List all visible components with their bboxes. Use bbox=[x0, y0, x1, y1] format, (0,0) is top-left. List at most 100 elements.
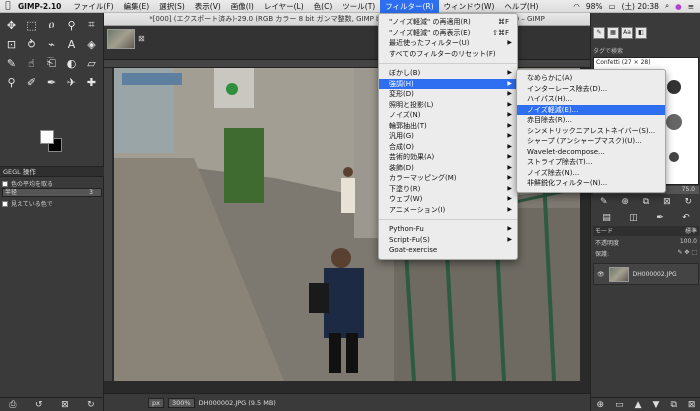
menu-item-nl-filter[interactable]: 非鮮鋭化フィルター(N)... bbox=[517, 178, 665, 189]
menu-layer[interactable]: レイヤー(L) bbox=[259, 0, 309, 13]
menu-item-artistic[interactable]: 芸術的効果(A) ▶ bbox=[379, 152, 517, 163]
edit-brush-icon[interactable]: ✎ bbox=[600, 197, 608, 209]
menu-item-web[interactable]: ウェブ(W) ▶ bbox=[379, 194, 517, 205]
siri-icon[interactable]: ● bbox=[675, 2, 682, 11]
unit-select[interactable]: px bbox=[148, 397, 164, 408]
menu-item-goat-exercise[interactable]: Goat-exercise bbox=[379, 245, 517, 256]
menu-item-recent-filters[interactable]: 最近使ったフィルター(U) ▶ bbox=[379, 38, 517, 49]
close-icon[interactable]: ⊠ bbox=[138, 34, 145, 43]
zoom-tool-icon[interactable]: ⚲ bbox=[2, 73, 21, 91]
menu-item-generic[interactable]: 汎用(G) ▶ bbox=[379, 131, 517, 142]
menu-view[interactable]: 表示(V) bbox=[190, 0, 226, 13]
airbrush-tool-icon[interactable]: ✈ bbox=[62, 73, 81, 91]
lock-icons[interactable]: ✎ ✥ ⬚ bbox=[677, 249, 697, 258]
opacity-row[interactable]: 不透明度 100.0 bbox=[593, 238, 699, 247]
option-sample-merged[interactable]: 見えている色で bbox=[2, 199, 102, 208]
undo-tab-icon[interactable]: ↶ bbox=[682, 213, 690, 225]
delete-layer-icon[interactable]: ⊠ bbox=[688, 400, 696, 410]
menu-item-combine[interactable]: 合成(O) ▶ bbox=[379, 142, 517, 153]
duplicate-layer-icon[interactable]: ⧉ bbox=[670, 400, 676, 410]
new-group-icon[interactable]: ▭ bbox=[615, 400, 624, 410]
option-average-color[interactable]: 色の平均を取る bbox=[2, 179, 102, 188]
paintbrush-tool-icon[interactable]: ✎ bbox=[2, 54, 21, 72]
menu-image[interactable]: 画像(I) bbox=[226, 0, 259, 13]
menu-item-noise-reduction[interactable]: ノイズ軽減(E)... bbox=[517, 104, 665, 115]
fuzzy-select-tool-icon[interactable]: ⚲ bbox=[62, 16, 81, 34]
save-options-icon[interactable]: ⎙ bbox=[9, 400, 16, 410]
menu-item-decor[interactable]: 装飾(D) ▶ bbox=[379, 163, 517, 174]
radius-value[interactable]: 3 bbox=[89, 189, 93, 196]
foreground-color[interactable] bbox=[40, 130, 54, 144]
menu-item-antialias[interactable]: なめらかに(A) bbox=[517, 73, 665, 84]
apple-icon[interactable]:  bbox=[0, 1, 16, 11]
menu-item-animation[interactable]: アニメーション(I) ▶ bbox=[379, 205, 517, 216]
layers-tab-icon[interactable]: ▤ bbox=[602, 213, 611, 225]
new-layer-icon[interactable]: ⊕ bbox=[597, 400, 605, 410]
brushes-tab[interactable]: ✎ bbox=[593, 27, 605, 39]
checkbox[interactable] bbox=[2, 200, 8, 207]
warp-tool-icon[interactable]: ⥁ bbox=[22, 35, 41, 53]
menu-item-wavelet-decompose[interactable]: Wavelet-decompose... bbox=[517, 147, 665, 158]
delete-options-icon[interactable]: ⊠ bbox=[61, 400, 69, 410]
menu-item-destripe[interactable]: ストライプ除去(T)... bbox=[517, 157, 665, 168]
notification-center-icon[interactable]: ≡ bbox=[688, 2, 694, 11]
reset-options-icon[interactable]: ↻ bbox=[87, 400, 95, 410]
rect-select-tool-icon[interactable]: ⬚ bbox=[22, 16, 41, 34]
paths-tab-icon[interactable]: ✒ bbox=[656, 213, 664, 225]
heal-tool-icon[interactable]: ✚ bbox=[82, 73, 101, 91]
lasso-tool-icon[interactable]: ዐ bbox=[42, 16, 61, 34]
path-tool-icon[interactable]: ✒ bbox=[42, 73, 61, 91]
menu-item-map[interactable]: カラーマッピング(M) ▶ bbox=[379, 173, 517, 184]
restore-options-icon[interactable]: ↺ bbox=[35, 400, 43, 410]
new-brush-icon[interactable]: ⊕ bbox=[621, 197, 629, 209]
menu-item-blur[interactable]: ぼかし(B) ▶ bbox=[379, 68, 517, 79]
zoom-select[interactable]: 300% bbox=[167, 397, 195, 408]
tool-options-tab[interactable]: GEGL 操作 bbox=[0, 166, 104, 177]
wifi-icon[interactable]: ◠ bbox=[573, 2, 580, 11]
document-history-tab[interactable]: ◧ bbox=[635, 27, 647, 39]
battery-percent[interactable]: 98% bbox=[586, 2, 603, 11]
dodge-tool-icon[interactable]: ◐ bbox=[62, 54, 81, 72]
battery-icon[interactable]: ▭ bbox=[609, 2, 616, 11]
menu-item-red-eye-removal[interactable]: 赤目除去(R)... bbox=[517, 115, 665, 126]
mode-select[interactable]: 標準 bbox=[685, 226, 697, 236]
menu-item-unsharp-mask[interactable]: シャープ (アンシャープマスク)(U)... bbox=[517, 136, 665, 147]
menu-item-reset-all[interactable]: すべてのフィルターのリセット(F) bbox=[379, 49, 517, 60]
menu-item-noise[interactable]: ノイズ(N) ▶ bbox=[379, 110, 517, 121]
visibility-eye-icon[interactable]: 👁 bbox=[597, 271, 605, 278]
menu-tools[interactable]: ツール(T) bbox=[337, 0, 380, 13]
menu-item-high-pass[interactable]: ハイパス(H)... bbox=[517, 94, 665, 105]
lower-layer-icon[interactable]: ▼ bbox=[653, 400, 660, 410]
menu-colors[interactable]: 色(C) bbox=[309, 0, 338, 13]
menu-item-reapply[interactable]: "ノイズ軽減" の再適用(R) ⌘F bbox=[379, 17, 517, 28]
menu-select[interactable]: 選択(S) bbox=[154, 0, 190, 13]
menu-item-light-shadow[interactable]: 照明と投影(L) ▶ bbox=[379, 100, 517, 111]
paint-select-tool-icon[interactable]: ⌁ bbox=[42, 35, 61, 53]
duplicate-brush-icon[interactable]: ⧉ bbox=[643, 197, 649, 209]
fonts-tab[interactable]: Aa bbox=[621, 27, 633, 39]
layer-name[interactable]: DH000002.JPG bbox=[633, 271, 677, 278]
bucket-fill-tool-icon[interactable]: ◈ bbox=[82, 35, 101, 53]
layer-item[interactable]: 👁 DH000002.JPG bbox=[593, 263, 699, 285]
menu-item-enhance[interactable]: 強調(H) ▶ bbox=[379, 78, 517, 89]
crop-tool-icon[interactable]: ⌗ bbox=[82, 16, 101, 34]
eraser-tool-icon[interactable]: ▱ bbox=[82, 54, 101, 72]
menu-item-python-fu[interactable]: Python-Fu ▶ bbox=[379, 224, 517, 235]
color-picker-tool-icon[interactable]: ✐ bbox=[22, 73, 41, 91]
menu-item-reshow[interactable]: "ノイズ軽減" の再表示(E) ⇧⌘F bbox=[379, 28, 517, 39]
menu-item-symmetric-nearest-neighbor[interactable]: シンメトリックニアレストネイバー(S)... bbox=[517, 126, 665, 137]
menu-windows[interactable]: ウィンドウ(W) bbox=[439, 0, 500, 13]
clock[interactable]: (土) 20:38 bbox=[622, 1, 659, 12]
refresh-brushes-icon[interactable]: ↻ bbox=[685, 197, 693, 209]
menu-item-script-fu[interactable]: Script-Fu(S) ▶ bbox=[379, 235, 517, 246]
menu-item-distorts[interactable]: 変形(D) ▶ bbox=[379, 89, 517, 100]
menu-help[interactable]: ヘルプ(H) bbox=[499, 0, 543, 13]
menu-item-edge-detect[interactable]: 輪郭抽出(T) ▶ bbox=[379, 121, 517, 132]
tag-filter[interactable]: タグで検索 bbox=[593, 46, 699, 55]
unified-transform-tool-icon[interactable]: ⊡ bbox=[2, 35, 21, 53]
image-tab-thumbnail[interactable] bbox=[107, 29, 135, 49]
text-tool-icon[interactable]: A bbox=[62, 35, 81, 53]
raise-layer-icon[interactable]: ▲ bbox=[635, 400, 642, 410]
menu-file[interactable]: ファイル(F) bbox=[68, 0, 118, 13]
radius-field[interactable]: 半径 3 bbox=[2, 188, 102, 197]
